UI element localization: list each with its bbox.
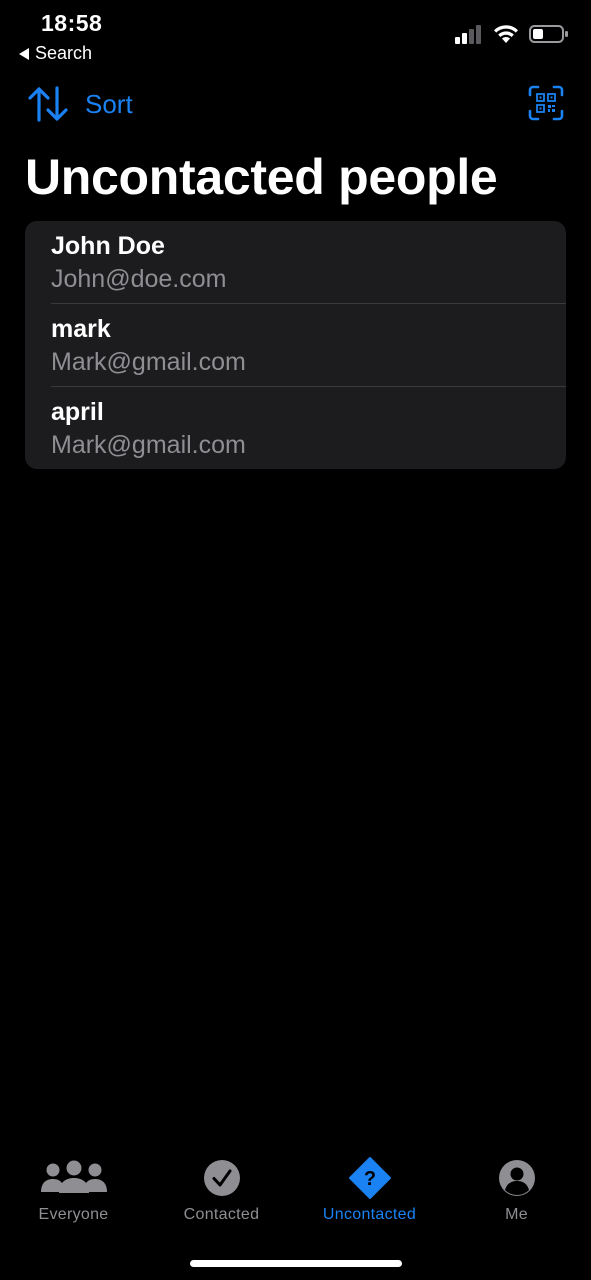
question-diamond-icon: ? <box>348 1157 391 1199</box>
status-bar: 18:58 Search <box>0 0 591 70</box>
tab-label: Uncontacted <box>322 1206 417 1223</box>
home-indicator <box>190 1260 402 1267</box>
back-label: Search <box>35 43 93 63</box>
navigation-bar: Sort <box>0 80 591 130</box>
svg-text:?: ? <box>363 1168 375 1190</box>
people-list: John Doe John@doe.com mark Mark@gmail.co… <box>25 221 566 469</box>
people-group-icon <box>40 1160 107 1193</box>
tab-uncontacted[interactable]: ? Uncontacted <box>296 1150 443 1230</box>
person-email: Mark@gmail.com <box>51 348 246 376</box>
person-email: Mark@gmail.com <box>51 431 246 459</box>
qr-code-scanner-icon <box>528 85 564 121</box>
tab-label: Everyone <box>38 1206 109 1223</box>
tab-label: Me <box>505 1206 528 1223</box>
page-title: Uncontacted people <box>25 149 498 205</box>
cellular-signal-icon <box>455 25 481 44</box>
tab-bar: Everyone Contacted ? Uncontacted Me <box>0 1150 591 1230</box>
person-name: april <box>51 398 104 426</box>
sort-arrows-icon <box>28 86 68 122</box>
tab-label: Contacted <box>183 1206 260 1223</box>
qr-scan-button[interactable] <box>528 85 564 121</box>
list-item[interactable]: mark Mark@gmail.com <box>25 304 566 387</box>
status-icons <box>455 24 569 44</box>
back-triangle-icon <box>19 47 29 60</box>
person-email: John@doe.com <box>51 265 227 293</box>
tab-everyone[interactable]: Everyone <box>0 1150 147 1230</box>
list-item[interactable]: april Mark@gmail.com <box>25 387 566 469</box>
wifi-icon <box>494 25 518 43</box>
person-circle-icon <box>498 1160 535 1196</box>
tab-contacted[interactable]: Contacted <box>148 1150 295 1230</box>
back-to-search-button[interactable]: Search <box>19 43 92 64</box>
checkmark-circle-icon <box>203 1160 240 1196</box>
person-name: mark <box>51 315 111 343</box>
sort-label: Sort <box>85 88 133 119</box>
status-time: 18:58 <box>41 10 103 36</box>
sort-button[interactable]: Sort <box>27 85 133 123</box>
list-item[interactable]: John Doe John@doe.com <box>25 221 566 304</box>
battery-icon <box>529 25 568 43</box>
person-name: John Doe <box>51 232 165 260</box>
tab-me[interactable]: Me <box>443 1150 590 1230</box>
